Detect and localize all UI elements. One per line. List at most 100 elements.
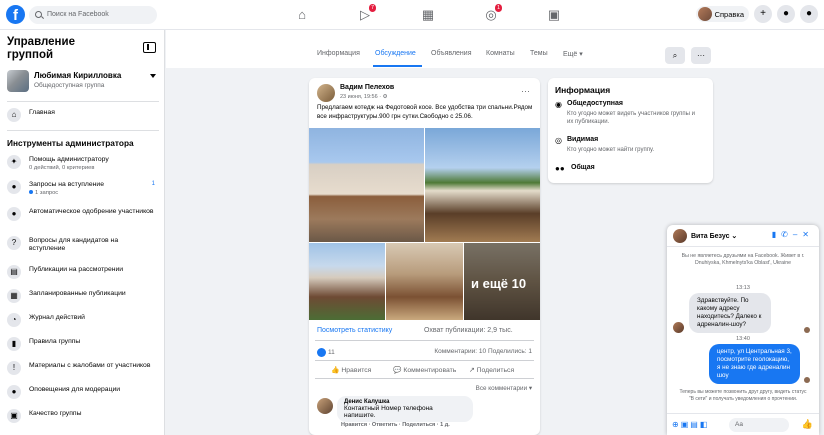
groups-icon[interactable]: ◎ 1 [483,4,502,23]
count-badge: 1 [151,181,155,187]
sidebar-item-membership-questions[interactable]: ? Вопросы для кандидатов на вступление [7,235,159,253]
group-selector[interactable]: Любимая Кирилловка Общедоступная группа [7,69,159,95]
post-photo[interactable] [425,128,540,242]
sidebar-item-pending-posts[interactable]: ▤ Публикации на рассмотрении [7,264,159,282]
globe-icon: ◉ [555,100,562,109]
comment-button[interactable]: 💬 Комментировать [393,366,456,374]
messenger-button[interactable]: ● [777,5,795,23]
lightbulb-icon: ✦ [7,155,21,169]
sidebar-item-label: Материалы с жалобами от участников [29,362,151,369]
sidebar-item-sub: 1 запрос [29,190,58,196]
top-right-tools: Справка + ● ● [695,5,818,23]
message-input[interactable]: Аа [729,418,789,432]
more-options-button[interactable]: ··· [691,47,711,64]
sidebar-item-label: Вопросы для кандидатов на вступление [29,237,119,252]
admin-sidebar: Управление группой Любимая Кирилловка Об… [0,30,165,435]
view-insights-link[interactable]: Посмотреть статистику [317,327,392,334]
group-tabs: Информация Обсуждение Объявления Комнаты… [307,44,713,68]
watch-icon[interactable]: ▷ 7 [357,4,376,23]
avatar[interactable] [317,84,335,102]
question-icon: ? [7,236,21,250]
sidebar-item-home[interactable]: ⌂ Главная [7,107,159,125]
tab-more[interactable]: Ещё ▾ [563,50,583,58]
comment-text: Контактный Номер телефона напишите. [344,405,433,419]
post-date[interactable]: 23 июня, 19:56 · ⚙ [340,94,388,100]
avatar [673,229,687,243]
info-title: Видимая [567,136,599,143]
gaming-icon[interactable]: ▣ [546,7,562,23]
admin-tools-heading: Инструменты администратора [7,138,134,148]
person-icon: ● [7,180,21,194]
person-check-icon: ● [7,207,21,221]
composer-icons[interactable]: ⊕▣▤◧ [672,420,709,429]
group-info-card: Информация ◉ Общедоступная Кто угодно мо… [548,78,713,183]
post-text: Предлагаем котедж на Федотовой косе. Все… [317,104,533,120]
sidebar-item-group-rules[interactable]: ▮ Правила группы [7,336,159,354]
avatar[interactable] [317,398,333,414]
comment-bubble: Денис Калушка Контактный Номер телефона … [337,396,473,422]
search-input[interactable]: Поиск на Facebook [29,6,157,24]
post-author[interactable]: Вадим Пелехов [340,84,394,91]
avatar [673,322,684,333]
tab-discussion[interactable]: Обсуждение [375,50,416,57]
eye-icon: ◎ [555,136,562,145]
sidebar-item-label: Оповещения для модерации [29,386,121,393]
more-photos-label: и ещё 10 [471,276,527,291]
sidebar-item-auto-approve[interactable]: ● Автоматическое одобрение участников [7,206,159,224]
quality-icon: ▣ [7,409,21,423]
active-tab-underline [373,65,422,67]
create-button[interactable]: + [754,5,772,23]
comment-actions[interactable]: Нравится · Ответить · Поделиться · 1 д. [341,422,450,428]
search-group-button[interactable]: ⌕ [665,47,685,64]
groups-badge: 1 [494,4,502,12]
more-icon[interactable]: ··· [521,86,530,96]
chat-timestamp: 13:13 [736,285,750,291]
sidebar-item-moderation-alerts[interactable]: ● Оповещения для модерации [7,384,159,402]
speech-bubble-icon: ● [7,385,21,399]
chat-header-actions[interactable]: ▮✆–✕ [772,230,814,239]
like-icon[interactable]: 👍 [802,419,813,430]
new-dot [29,190,33,194]
chat-contact-name[interactable]: Вита Безус ⌄ [691,232,737,240]
like-button[interactable]: 👍 Нравится [331,366,371,374]
sidebar-item-admin-help[interactable]: ✦ Помощь администратору 0 действий, 0 кр… [7,154,159,172]
like-count[interactable]: 11 [317,348,335,357]
divider [315,360,534,361]
divider [315,340,534,341]
home-icon[interactable]: ⌂ [294,7,310,23]
post-photo[interactable] [309,128,424,242]
posts-icon: ▤ [7,265,21,279]
sidebar-item-scheduled-posts[interactable]: ▦ Запланированные публикации [7,288,159,306]
collapse-sidebar-icon[interactable] [143,42,156,53]
post-photo[interactable] [309,243,385,320]
group-thumbnail [7,70,29,92]
profile-button[interactable]: Справка [695,6,749,22]
comment-filter[interactable]: Все комментарии ▾ [476,385,532,392]
notifications-button[interactable]: ● [800,5,818,23]
calendar-icon: ▦ [7,289,21,303]
marketplace-icon[interactable]: ▦ [420,7,436,23]
info-heading: Информация [555,85,611,95]
tab-about[interactable]: Информация [317,50,360,57]
read-receipt [804,327,810,333]
chevron-down-icon [150,74,156,78]
profile-label: Справка [714,9,744,19]
top-bar: f Поиск на Facebook ⌂ ▷ 7 ▦ ◎ 1 ▣ Справка … [0,0,824,30]
post-photo[interactable] [386,243,463,320]
facebook-logo[interactable]: f [6,5,25,24]
tab-announcements[interactable]: Объявления [431,50,472,57]
sidebar-item-activity-log[interactable]: ◔ Журнал действий [7,312,159,330]
share-button[interactable]: ↗ Поделиться [469,366,514,374]
sidebar-item-reported-content[interactable]: ! Материалы с жалобами от участников [7,360,159,378]
like-count-text: 11 [328,349,335,357]
search-icon [35,11,42,18]
comments-shares-count[interactable]: Комментарии: 10 Поделились: 1 [434,348,532,355]
sidebar-item-group-quality[interactable]: ▣ Качество группы [7,408,159,426]
tab-topics[interactable]: Темы [530,50,548,57]
divider [7,130,159,131]
info-desc: Кто угодно может найти группу. [567,147,655,153]
sidebar-item-join-requests[interactable]: ● Запросы на вступление 1 запрос 1 [7,179,159,197]
search-placeholder: Поиск на Facebook [47,11,109,18]
tab-rooms[interactable]: Комнаты [486,50,515,57]
chat-header[interactable]: Вита Безус ⌄ ▮✆–✕ [667,225,819,247]
